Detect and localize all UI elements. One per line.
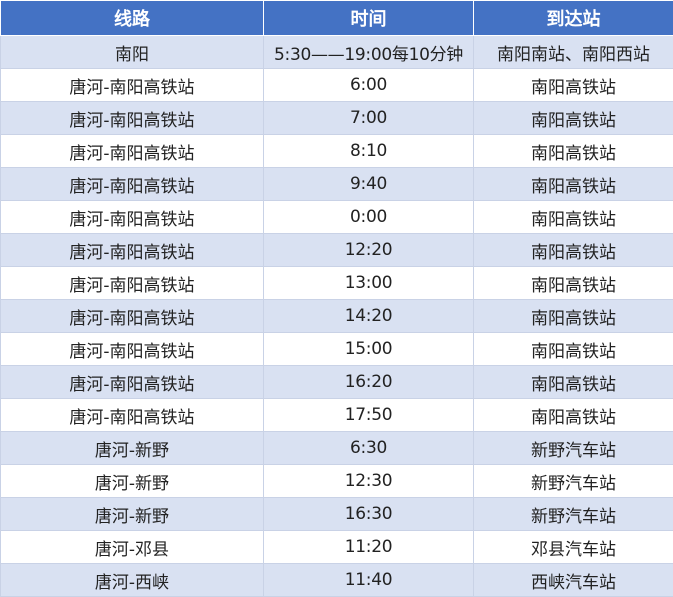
destination-cell: 南阳高铁站	[474, 135, 673, 168]
table-row: 唐河-西峡11:40西峡汽车站	[1, 564, 673, 597]
table-row: 唐河-南阳高铁站14:20南阳高铁站	[1, 300, 673, 333]
route-cell: 唐河-南阳高铁站	[1, 168, 264, 201]
table-row: 唐河-南阳高铁站12:20南阳高铁站	[1, 234, 673, 267]
destination-cell: 南阳高铁站	[474, 267, 673, 300]
destination-cell: 新野汽车站	[474, 465, 673, 498]
table-row: 唐河-南阳高铁站7:00南阳高铁站	[1, 102, 673, 135]
route-cell: 唐河-新野	[1, 432, 264, 465]
destination-cell: 南阳高铁站	[474, 399, 673, 432]
table-row: 唐河-南阳高铁站8:10南阳高铁站	[1, 135, 673, 168]
table-header-row: 线路 时间 到达站	[1, 1, 673, 36]
time-cell: 5:30——19:00每10分钟	[264, 36, 474, 69]
destination-cell: 新野汽车站	[474, 432, 673, 465]
time-cell: 12:20	[264, 234, 474, 267]
table-row: 唐河-新野12:30新野汽车站	[1, 465, 673, 498]
time-cell: 8:10	[264, 135, 474, 168]
time-cell: 11:20	[264, 531, 474, 564]
destination-cell: 南阳高铁站	[474, 168, 673, 201]
route-cell: 唐河-新野	[1, 498, 264, 531]
bus-schedule-table: 线路 时间 到达站 南阳5:30——19:00每10分钟南阳南站、南阳西站唐河-…	[0, 0, 673, 597]
route-cell: 唐河-邓县	[1, 531, 264, 564]
time-cell: 0:00	[264, 201, 474, 234]
route-cell: 唐河-南阳高铁站	[1, 267, 264, 300]
time-cell: 6:30	[264, 432, 474, 465]
column-header-time: 时间	[264, 1, 474, 36]
table-body: 南阳5:30——19:00每10分钟南阳南站、南阳西站唐河-南阳高铁站6:00南…	[1, 36, 673, 597]
time-cell: 12:30	[264, 465, 474, 498]
route-cell: 唐河-南阳高铁站	[1, 234, 264, 267]
route-cell: 南阳	[1, 36, 264, 69]
destination-cell: 南阳高铁站	[474, 333, 673, 366]
destination-cell: 新野汽车站	[474, 498, 673, 531]
column-header-destination: 到达站	[474, 1, 673, 36]
table-row: 唐河-南阳高铁站17:50南阳高铁站	[1, 399, 673, 432]
time-cell: 15:00	[264, 333, 474, 366]
destination-cell: 西峡汽车站	[474, 564, 673, 597]
table-row: 唐河-南阳高铁站9:40南阳高铁站	[1, 168, 673, 201]
time-cell: 9:40	[264, 168, 474, 201]
time-cell: 7:00	[264, 102, 474, 135]
table-row: 南阳5:30——19:00每10分钟南阳南站、南阳西站	[1, 36, 673, 69]
route-cell: 唐河-南阳高铁站	[1, 366, 264, 399]
destination-cell: 南阳高铁站	[474, 300, 673, 333]
destination-cell: 南阳高铁站	[474, 366, 673, 399]
route-cell: 唐河-南阳高铁站	[1, 333, 264, 366]
route-cell: 唐河-新野	[1, 465, 264, 498]
time-cell: 16:20	[264, 366, 474, 399]
route-cell: 唐河-南阳高铁站	[1, 300, 264, 333]
table-row: 唐河-南阳高铁站16:20南阳高铁站	[1, 366, 673, 399]
route-cell: 唐河-南阳高铁站	[1, 399, 264, 432]
route-cell: 唐河-南阳高铁站	[1, 102, 264, 135]
time-cell: 17:50	[264, 399, 474, 432]
destination-cell: 南阳南站、南阳西站	[474, 36, 673, 69]
table-row: 唐河-新野6:30新野汽车站	[1, 432, 673, 465]
table-row: 唐河-南阳高铁站0:00南阳高铁站	[1, 201, 673, 234]
time-cell: 14:20	[264, 300, 474, 333]
destination-cell: 南阳高铁站	[474, 69, 673, 102]
route-cell: 唐河-南阳高铁站	[1, 135, 264, 168]
route-cell: 唐河-南阳高铁站	[1, 69, 264, 102]
table-row: 唐河-南阳高铁站13:00南阳高铁站	[1, 267, 673, 300]
route-cell: 唐河-南阳高铁站	[1, 201, 264, 234]
column-header-route: 线路	[1, 1, 264, 36]
table-row: 唐河-南阳高铁站15:00南阳高铁站	[1, 333, 673, 366]
table-row: 唐河-邓县11:20邓县汽车站	[1, 531, 673, 564]
destination-cell: 南阳高铁站	[474, 102, 673, 135]
destination-cell: 邓县汽车站	[474, 531, 673, 564]
table-row: 唐河-南阳高铁站6:00南阳高铁站	[1, 69, 673, 102]
destination-cell: 南阳高铁站	[474, 234, 673, 267]
time-cell: 6:00	[264, 69, 474, 102]
table-row: 唐河-新野16:30新野汽车站	[1, 498, 673, 531]
destination-cell: 南阳高铁站	[474, 201, 673, 234]
time-cell: 13:00	[264, 267, 474, 300]
time-cell: 11:40	[264, 564, 474, 597]
route-cell: 唐河-西峡	[1, 564, 264, 597]
time-cell: 16:30	[264, 498, 474, 531]
